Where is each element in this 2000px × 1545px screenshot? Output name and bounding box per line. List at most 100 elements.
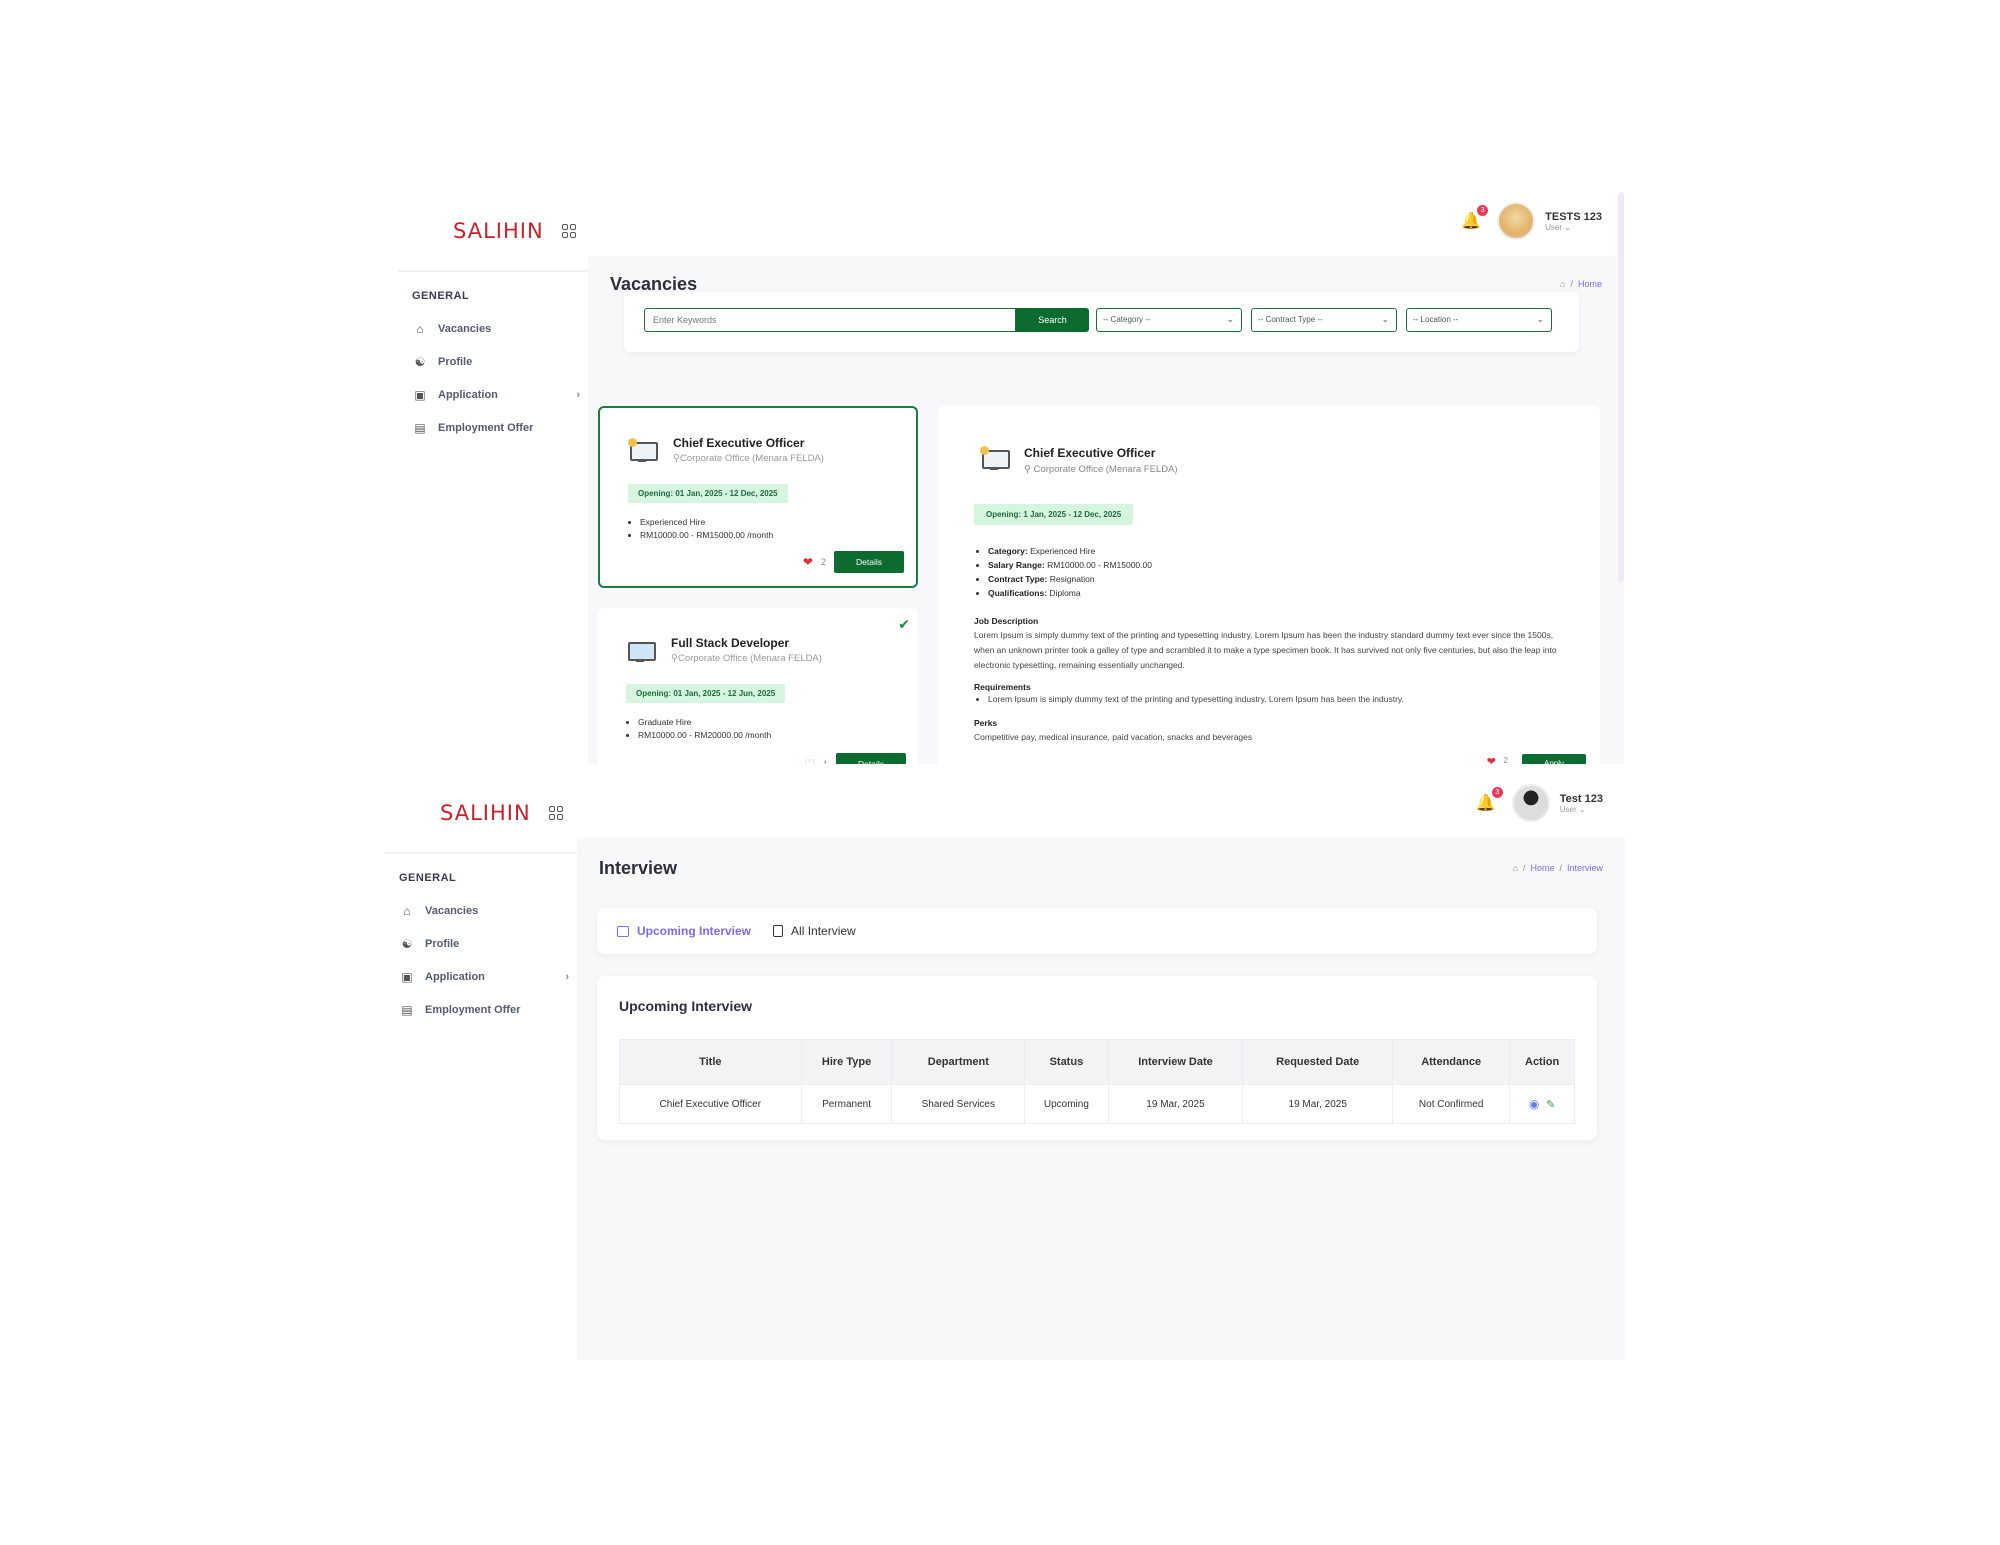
tab-label: Upcoming Interview: [637, 924, 752, 938]
breadcrumb: ⌂ / Home: [1560, 279, 1602, 289]
table-title: Upcoming Interview: [619, 998, 753, 1014]
user-role: User ⌄: [1545, 222, 1571, 232]
like-count: 2: [820, 557, 826, 567]
edit-icon[interactable]: ✎: [1546, 1099, 1555, 1111]
chevron-right-icon: ›: [565, 970, 569, 983]
column-header: Hire Type: [800, 1039, 893, 1085]
tab-all-interview[interactable]: All Interview: [773, 924, 856, 938]
notification-badge: 3: [1477, 205, 1489, 216]
perks-text: Competitive pay, medical insurance, paid…: [974, 732, 1253, 742]
bell-icon[interactable]: 🔔 3: [1461, 205, 1489, 231]
home-icon: ⌂: [403, 903, 411, 918]
sidebar-item-application[interactable]: ▣ Application ›: [385, 960, 577, 993]
breadcrumb-current: Interview: [1566, 863, 1603, 873]
top-bar: 🔔 3 TESTS 123 User ⌄: [588, 192, 1624, 256]
interview-screenshot: SALIHIN GENERAL ⌂ Vacancies ☯ Profile ▣ …: [385, 774, 1625, 1360]
heart-icon[interactable]: ❤: [1487, 755, 1496, 764]
user-area: 🔔 3 Test 123 User ⌄: [1476, 784, 1603, 822]
perks-heading: Perks: [974, 718, 998, 728]
logo[interactable]: SALIHIN: [453, 219, 544, 243]
sidebar-item-profile[interactable]: ☯ Profile: [398, 345, 588, 378]
cell-status: Upcoming: [1024, 1084, 1109, 1124]
sidebar-item-employment-offer[interactable]: ▤ Employment Offer: [398, 411, 588, 444]
view-icon[interactable]: ◉: [1529, 1097, 1539, 1111]
category-select[interactable]: -- Category -- ⌄: [1096, 308, 1242, 332]
sidebar-item-label: Employment Offer: [425, 1003, 521, 1016]
scrollbar[interactable]: [1618, 192, 1624, 582]
job-footer: ♡ 1 Details: [804, 753, 906, 764]
apply-button[interactable]: Apply: [1522, 754, 1586, 764]
user-role: User ⌄: [1559, 804, 1586, 814]
column-header: Attendance: [1392, 1039, 1511, 1085]
salary: RM10000.00 - RM20000.00 /month: [638, 729, 771, 742]
detail-qualifications: Qualifications: Diploma: [988, 586, 1152, 600]
breadcrumb-home[interactable]: Home: [1578, 279, 1602, 289]
document-icon: ▣: [401, 969, 413, 984]
contract-type-select[interactable]: -- Contract Type -- ⌄: [1251, 308, 1397, 332]
column-header: Department: [891, 1039, 1026, 1085]
job-location: ⚲Corporate Office (Menara FELDA): [671, 653, 822, 664]
job-detail-panel: Chief Executive Officer ⚲ Corporate Offi…: [938, 406, 1600, 764]
search-button[interactable]: Search: [1016, 308, 1089, 332]
sidebar-item-employment-offer[interactable]: ▤ Employment Offer: [385, 993, 577, 1026]
sidebar-item-vacancies[interactable]: ⌂ Vacancies: [398, 312, 588, 345]
check-icon: ✔: [898, 616, 910, 632]
calendar-icon: [617, 925, 629, 937]
chevron-down-icon: ⌄: [1381, 314, 1389, 324]
page-title: Interview: [599, 857, 678, 878]
cell-requested-date: 19 Mar, 2025: [1242, 1084, 1394, 1124]
logo[interactable]: SALIHIN: [440, 801, 531, 825]
detail-location: ⚲ Corporate Office (Menara FELDA): [1024, 464, 1178, 475]
sidebar-item-label: Vacancies: [425, 904, 479, 917]
home-icon[interactable]: ⌂: [1513, 863, 1518, 873]
location-select[interactable]: -- Location -- ⌄: [1406, 308, 1552, 332]
details-button[interactable]: Details: [834, 551, 904, 573]
sidebar: SALIHIN GENERAL ⌂ Vacancies ☯ Profile ▣ …: [385, 774, 577, 1360]
cell-action: ◉ ✎: [1509, 1084, 1575, 1124]
sidebar-item-label: Profile: [425, 937, 460, 950]
sidebar-item-vacancies[interactable]: ⌂ Vacancies: [385, 894, 577, 927]
menu-grid-icon[interactable]: [561, 224, 576, 238]
avatar[interactable]: [1511, 784, 1550, 822]
column-header: Interview Date: [1107, 1039, 1244, 1085]
location-pin-icon: ⚲: [1024, 464, 1034, 475]
location-pin-icon: ⚲: [673, 453, 680, 464]
select-value: -- Contract Type --: [1258, 315, 1323, 324]
keyword-input[interactable]: [644, 308, 1016, 332]
table-row: Chief Executive Officer Permanent Shared…: [619, 1084, 1575, 1124]
avatar[interactable]: [1497, 202, 1536, 240]
location-pin-icon: ⚲: [671, 653, 678, 664]
cell-attendance: Not Confirmed: [1392, 1084, 1511, 1124]
like-count: 1: [822, 759, 828, 764]
list-icon: [773, 925, 784, 937]
job-card[interactable]: Chief Executive Officer ⚲Corporate Offic…: [598, 406, 918, 588]
heart-outline-icon[interactable]: ♡: [804, 757, 815, 764]
opening-badge: Opening: 01 Jan, 2025 - 12 Jun, 2025: [626, 684, 786, 703]
job-card[interactable]: ✔ Full Stack Developer ⚲Corporate Office…: [598, 608, 918, 764]
details-button[interactable]: Details: [836, 753, 906, 764]
sidebar-item-profile[interactable]: ☯ Profile: [385, 927, 577, 960]
home-icon[interactable]: ⌂: [1560, 279, 1565, 289]
sidebar-item-application[interactable]: ▣ Application ›: [398, 378, 588, 411]
main-content: 🔔 3 Test 123 User ⌄ Interview ⌂ / Home / I…: [577, 774, 1625, 1360]
tab-upcoming-interview[interactable]: Upcoming Interview: [617, 924, 751, 938]
menu-grid-icon[interactable]: [548, 806, 563, 820]
bell-icon[interactable]: 🔔 3: [1476, 787, 1503, 813]
requirements-heading: Requirements: [974, 682, 1031, 692]
job-icon: [980, 446, 1010, 470]
like-count: 2: [1503, 756, 1508, 764]
interview-tabs: Upcoming Interview All Interview: [597, 908, 1597, 954]
job-icon: [626, 638, 656, 662]
heart-icon[interactable]: ❤: [803, 555, 813, 569]
user-menu[interactable]: Test 123 User ⌄: [1560, 793, 1603, 814]
user-menu[interactable]: TESTS 123 User ⌄: [1545, 211, 1602, 232]
detail-category: Category: Experienced Hire: [988, 544, 1152, 558]
user-name: Test 123: [1559, 792, 1603, 805]
requirement-item: Lorem Ipsum is simply dummy text of the …: [988, 692, 1578, 707]
sidebar-item-label: Application: [425, 970, 485, 983]
sidebar-item-label: Application: [438, 388, 498, 401]
upcoming-interview-card: Upcoming Interview Title Hire Type Depar…: [597, 976, 1597, 1140]
brand-bar: SALIHIN: [385, 774, 577, 854]
nav-section-general: GENERAL: [399, 872, 457, 884]
breadcrumb-home[interactable]: Home: [1530, 863, 1554, 873]
